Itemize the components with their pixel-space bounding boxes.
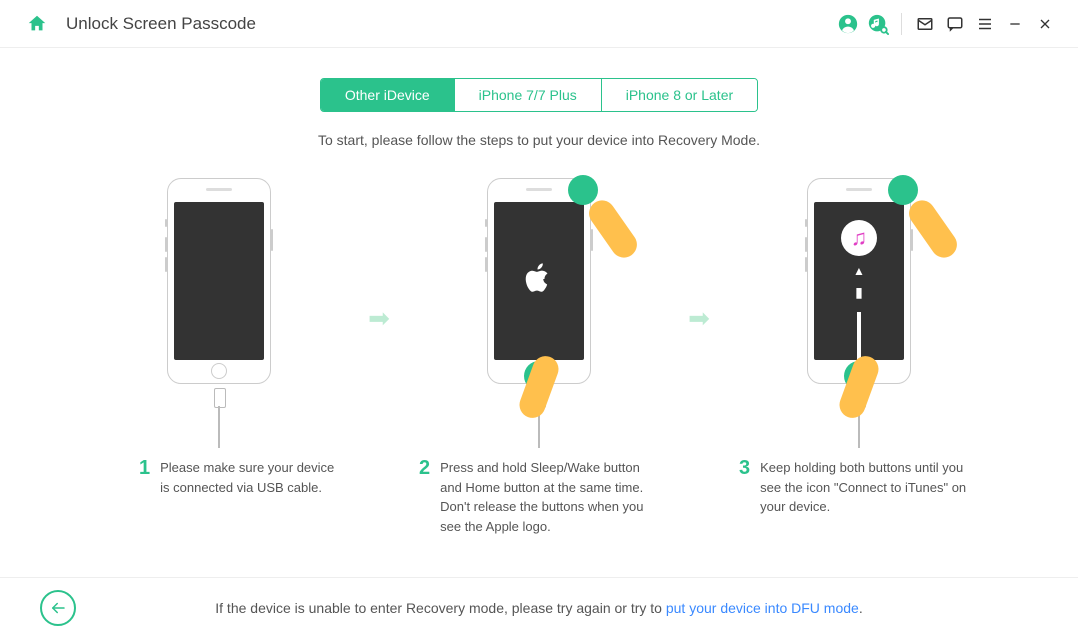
account-icon[interactable] [833,9,863,39]
menu-icon[interactable] [970,9,1000,39]
footer-post: . [859,600,863,616]
step-description: Please make sure your device is connecte… [160,458,339,497]
dfu-mode-link[interactable]: put your device into DFU mode [666,600,859,616]
footer: If the device is unable to enter Recover… [0,577,1078,637]
step-number: 1 [139,458,150,497]
device-tabs: Other iDevice iPhone 7/7 Plus iPhone 8 o… [320,78,758,112]
back-button[interactable] [40,590,76,626]
step-2: 2 Press and hold Sleep/Wake button and H… [409,178,669,536]
plug-icon: ▮ [855,284,863,301]
apple-logo-icon [524,261,554,302]
header-divider [901,13,902,35]
music-search-icon[interactable] [863,9,893,39]
page-title: Unlock Screen Passcode [66,14,256,34]
itunes-icon: ♫ [841,220,877,256]
phone-illustration-1 [167,178,271,384]
step-3: ♫ ▲ ▮ 3 Keep holding both buttons until … [729,178,989,517]
tab-iphone7[interactable]: iPhone 7/7 Plus [454,79,601,111]
feedback-icon[interactable] [940,9,970,39]
usb-cable-icon [214,388,224,448]
step-number: 2 [419,458,430,536]
mail-icon[interactable] [910,9,940,39]
footer-text: If the device is unable to enter Recover… [76,600,1002,616]
app-header: Unlock Screen Passcode [0,0,1078,48]
step-description: Press and hold Sleep/Wake button and Hom… [440,458,659,536]
main-content: Other iDevice iPhone 7/7 Plus iPhone 8 o… [0,48,1078,536]
step-description: Keep holding both buttons until you see … [760,458,979,517]
footer-pre: If the device is unable to enter Recover… [215,600,666,616]
instruction-text: To start, please follow the steps to put… [0,132,1078,148]
step-1: 1 Please make sure your device is connec… [89,178,349,497]
tab-other-idevice[interactable]: Other iDevice [321,79,454,111]
arrow-right-icon: ➡ [368,303,390,334]
step-number: 3 [739,458,750,517]
arrow-up-icon: ▲ [853,264,865,278]
close-icon[interactable] [1030,9,1060,39]
home-icon[interactable] [22,9,52,39]
steps-row: 1 Please make sure your device is connec… [0,178,1078,536]
arrow-right-icon: ➡ [688,303,710,334]
phone-illustration-3: ♫ ▲ ▮ [807,178,911,384]
phone-illustration-2 [487,178,591,384]
tab-iphone8[interactable]: iPhone 8 or Later [601,79,757,111]
minimize-icon[interactable] [1000,9,1030,39]
